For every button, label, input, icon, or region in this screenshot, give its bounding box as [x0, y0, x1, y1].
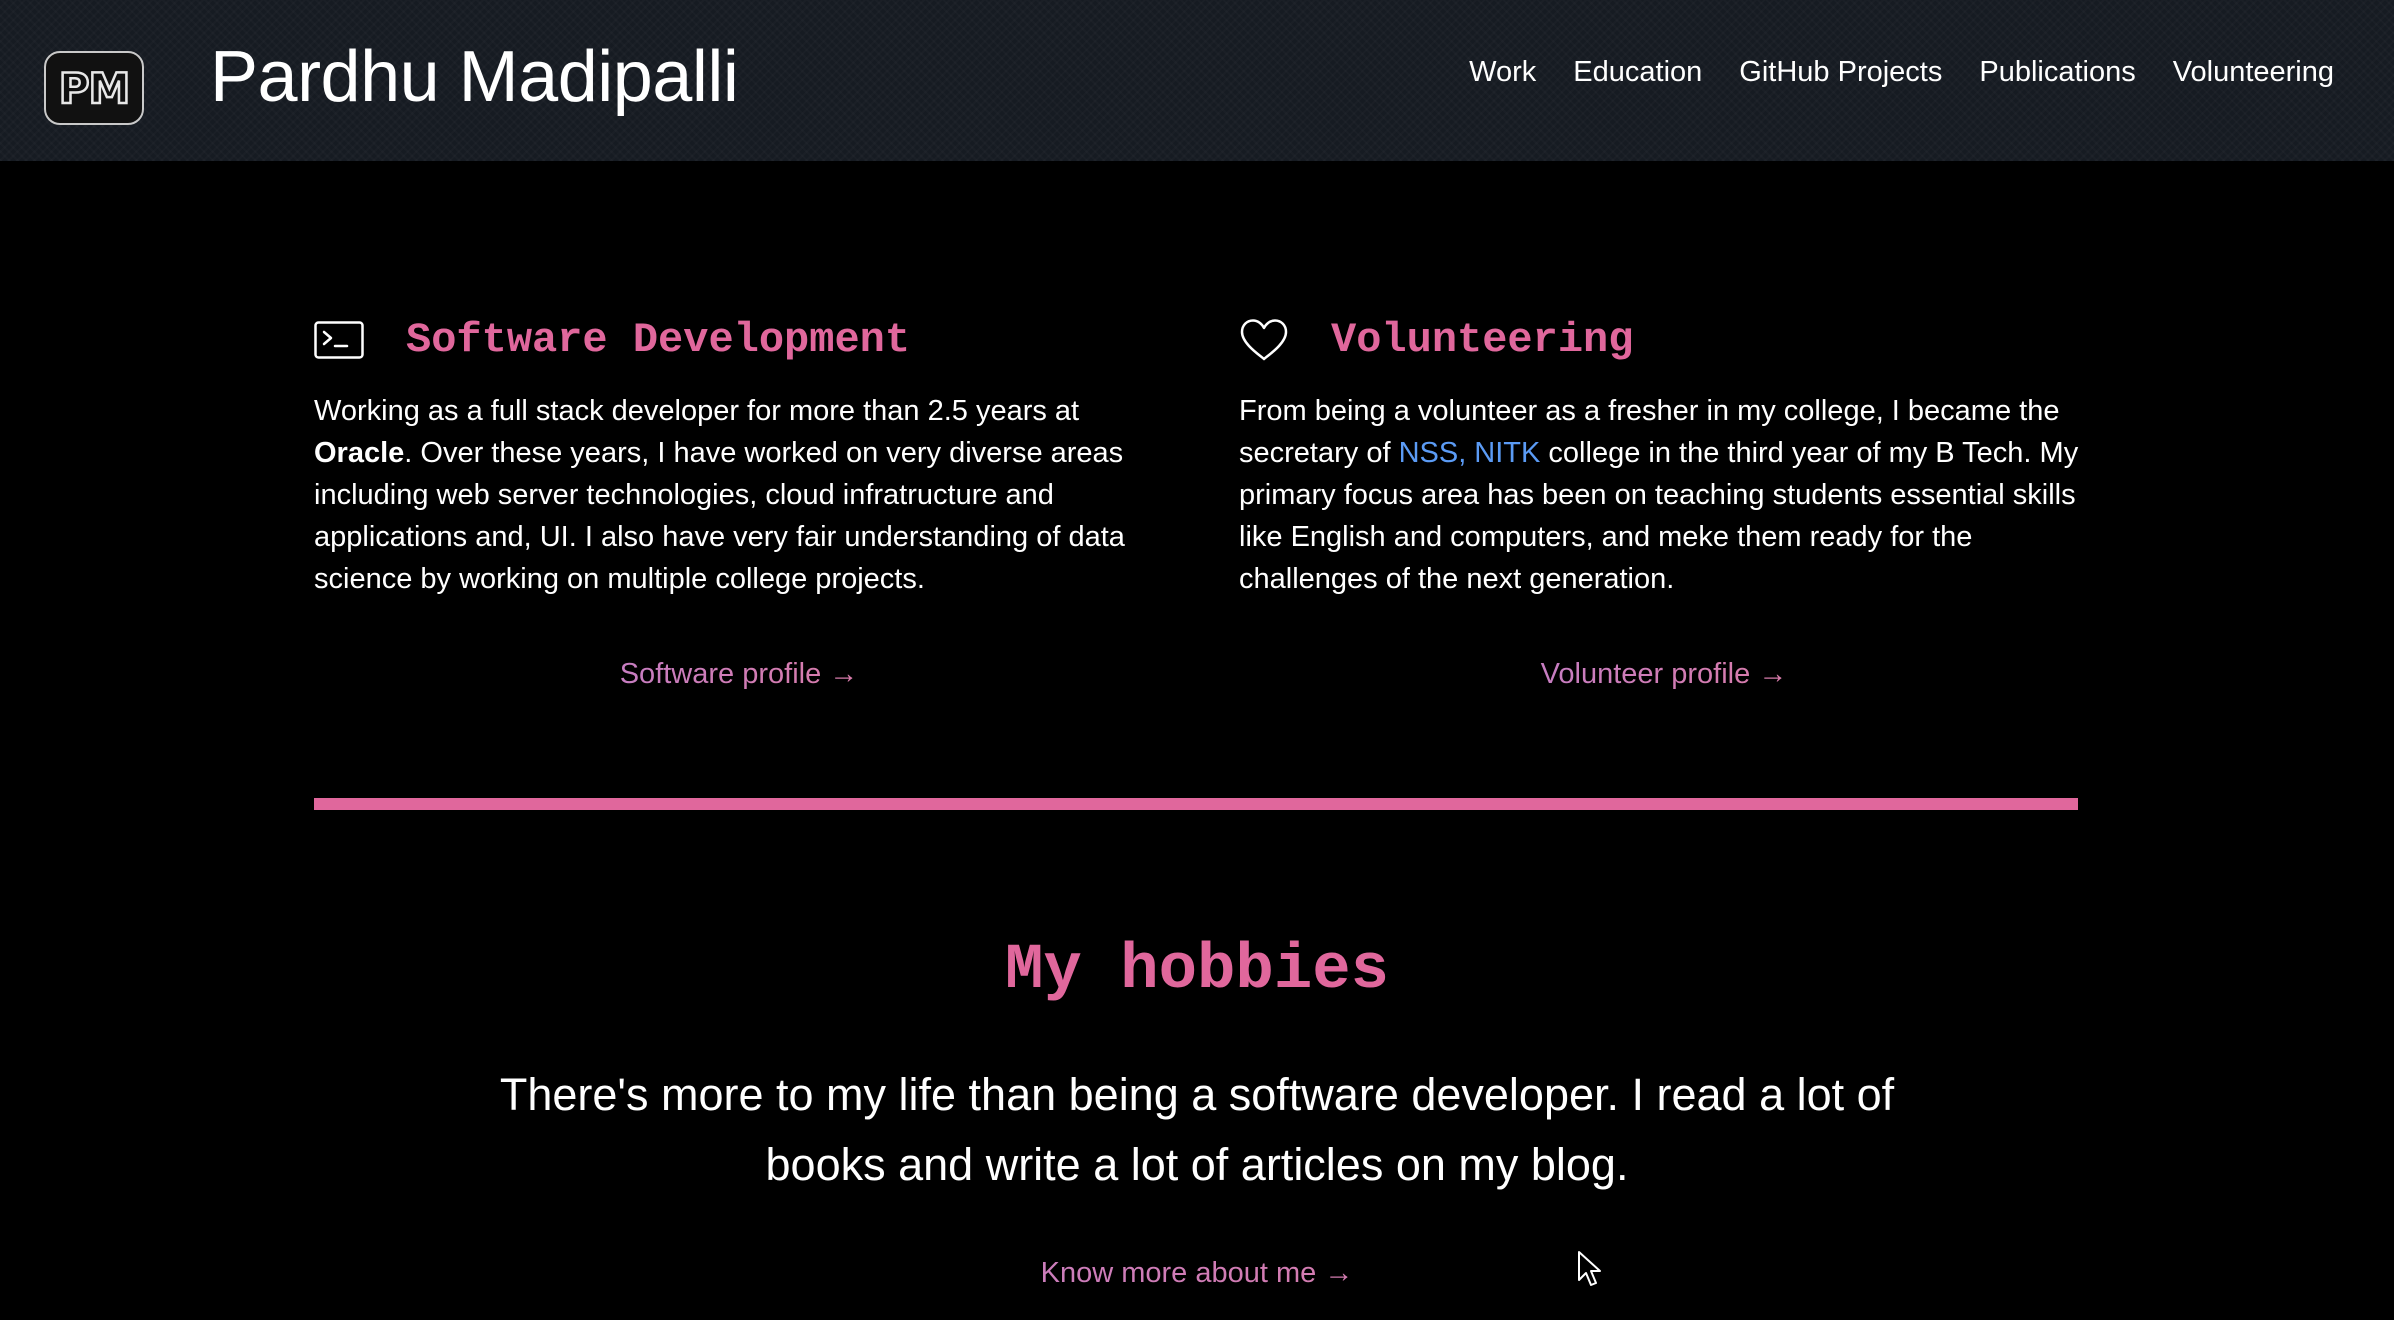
heart-icon [1239, 318, 1289, 362]
software-body-text-2: . Over these years, I have worked on ver… [314, 437, 1125, 595]
navbar: PM Pardhu Madipalli Work Education GitHu… [0, 0, 2394, 161]
software-body-bold: Oracle [314, 437, 405, 469]
nav-item-education[interactable]: Education [1573, 56, 1702, 88]
software-profile-link[interactable]: Software profile → [314, 658, 1164, 691]
section-divider [314, 798, 2078, 810]
nav-item-github-projects[interactable]: GitHub Projects [1739, 56, 1942, 88]
terminal-icon [314, 318, 364, 362]
software-card-title: Software Development [406, 316, 911, 364]
hobbies-text: There's more to my life than being a sof… [499, 1069, 1895, 1190]
nav-item-work[interactable]: Work [1469, 56, 1536, 88]
nav-item-volunteering[interactable]: Volunteering [2173, 56, 2334, 88]
volunteering-card-header: Volunteering [1239, 310, 2089, 370]
volunteering-card-title: Volunteering [1331, 316, 1634, 364]
software-card-body: Working as a full stack developer for mo… [314, 390, 1164, 600]
software-card: Software Development Working as a full s… [314, 310, 1164, 690]
nav-menu: Work Education GitHub Projects Publicati… [1469, 56, 2334, 89]
nss-nitk-link[interactable]: NSS, NITK [1399, 437, 1541, 469]
software-body-text-1: Working as a full stack developer for mo… [314, 395, 1080, 427]
nav-item-publications[interactable]: Publications [1979, 56, 2135, 88]
hobbies-title: My hobbies [1004, 935, 1390, 1007]
volunteering-card-body: From being a volunteer as a fresher in m… [1239, 390, 2089, 600]
software-card-header: Software Development [314, 310, 1164, 370]
volunteering-card: Volunteering From being a volunteer as a… [1239, 310, 2089, 690]
volunteer-profile-link[interactable]: Volunteer profile → [1239, 658, 2089, 691]
site-name[interactable]: Pardhu Madipalli [210, 36, 739, 118]
mouse-pointer-icon [1577, 1250, 1603, 1293]
know-more-link[interactable]: Know more about me → [0, 1257, 2394, 1290]
logo-text: PM [57, 62, 131, 114]
logo[interactable]: PM [44, 51, 144, 125]
